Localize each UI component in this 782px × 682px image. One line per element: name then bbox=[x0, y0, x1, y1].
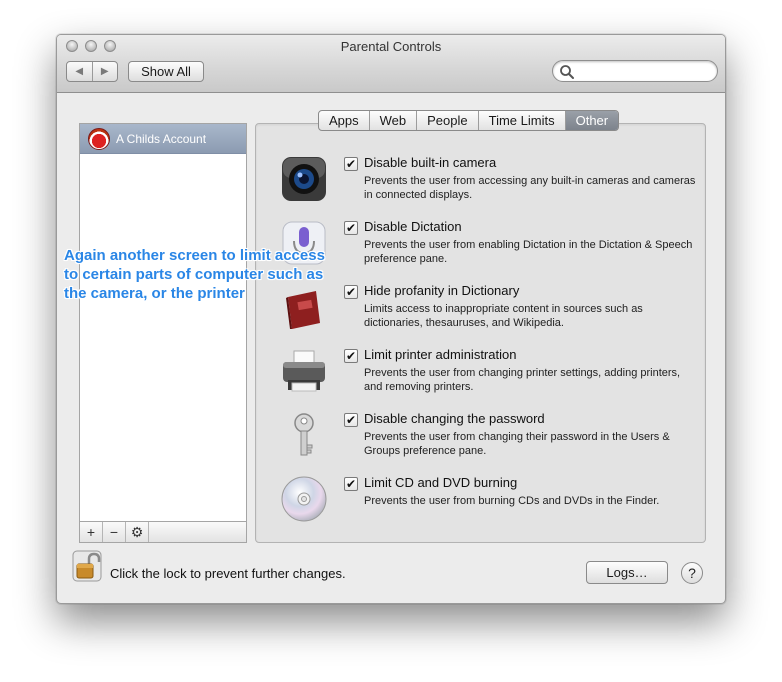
option-description: Prevents the user from enabling Dictatio… bbox=[364, 239, 693, 265]
help-button[interactable]: ? bbox=[681, 562, 703, 584]
camera-checkbox[interactable]: ✔ bbox=[344, 157, 358, 171]
option-title[interactable]: Limit printer administration bbox=[364, 347, 516, 362]
add-account-button[interactable]: + bbox=[80, 522, 103, 542]
key-icon bbox=[294, 413, 314, 456]
profanity-checkbox[interactable]: ✔ bbox=[344, 285, 358, 299]
forward-button[interactable]: ▶ bbox=[91, 62, 118, 81]
option-title[interactable]: Disable Dictation bbox=[364, 219, 462, 234]
account-avatar bbox=[88, 127, 110, 150]
account-name: A Childs Account bbox=[116, 131, 207, 146]
option-profanity: ✔ Hide profanity in Dictionary Limits ac… bbox=[276, 283, 706, 343]
gear-icon[interactable]: ⚙ bbox=[126, 522, 149, 542]
option-title[interactable]: Limit CD and DVD burning bbox=[364, 475, 517, 490]
account-row-selected[interactable]: A Childs Account bbox=[80, 124, 246, 154]
camera-icon bbox=[282, 157, 326, 201]
printer-icon bbox=[283, 350, 325, 392]
option-description: Prevents the user from burning CDs and D… bbox=[364, 495, 660, 507]
account-list-toolbar: + − ⚙ bbox=[80, 521, 246, 542]
lock-message: Click the lock to prevent further change… bbox=[110, 566, 346, 581]
show-all-button[interactable]: Show All bbox=[128, 61, 204, 82]
dictation-checkbox[interactable]: ✔ bbox=[344, 221, 358, 235]
back-forward-control: ◀ ▶ bbox=[66, 61, 118, 82]
option-title[interactable]: Disable changing the password bbox=[364, 411, 545, 426]
back-button[interactable]: ◀ bbox=[67, 62, 92, 81]
tab-other[interactable]: Other bbox=[565, 111, 619, 130]
tab-bar: Apps Web People Time Limits Other bbox=[318, 110, 620, 131]
disc-icon bbox=[281, 476, 327, 522]
burning-checkbox[interactable]: ✔ bbox=[344, 477, 358, 491]
option-description: Prevents the user from accessing any bui… bbox=[364, 175, 696, 201]
option-camera: ✔ Disable built-in camera Prevents the u… bbox=[276, 155, 706, 215]
search-icon bbox=[560, 65, 574, 79]
search-input[interactable] bbox=[577, 63, 712, 79]
lock-icon[interactable] bbox=[72, 550, 102, 582]
annotation-text: Again another screen to limit access to … bbox=[64, 247, 325, 302]
account-list: A Childs Account + − ⚙ bbox=[79, 123, 247, 543]
option-description: Prevents the user from changing printer … bbox=[364, 367, 681, 393]
option-description: Limits access to inappropriate content i… bbox=[364, 303, 643, 329]
tab-apps[interactable]: Apps bbox=[319, 111, 370, 130]
logs-button[interactable]: Logs… bbox=[586, 561, 668, 584]
tab-time-limits[interactable]: Time Limits bbox=[479, 111, 566, 130]
option-password: ✔ Disable changing the password Prevents… bbox=[276, 411, 706, 471]
option-title[interactable]: Hide profanity in Dictionary bbox=[364, 283, 519, 298]
titlebar: Parental Controls ◀ ▶ Show All bbox=[57, 35, 725, 93]
option-description: Prevents the user from changing their pa… bbox=[364, 431, 670, 457]
printer-checkbox[interactable]: ✔ bbox=[344, 349, 358, 363]
search-field[interactable] bbox=[552, 60, 718, 82]
password-checkbox[interactable]: ✔ bbox=[344, 413, 358, 427]
window-title: Parental Controls bbox=[340, 39, 442, 54]
option-title[interactable]: Disable built-in camera bbox=[364, 155, 496, 170]
remove-account-button[interactable]: − bbox=[103, 522, 126, 542]
option-dictation: ✔ Disable Dictation Prevents the user fr… bbox=[276, 219, 706, 279]
option-burning: ✔ Limit CD and DVD burning Prevents the … bbox=[276, 475, 706, 535]
tab-people[interactable]: People bbox=[417, 111, 479, 130]
tab-web[interactable]: Web bbox=[370, 111, 418, 130]
option-printer: ✔ Limit printer administration Prevents … bbox=[276, 347, 706, 407]
